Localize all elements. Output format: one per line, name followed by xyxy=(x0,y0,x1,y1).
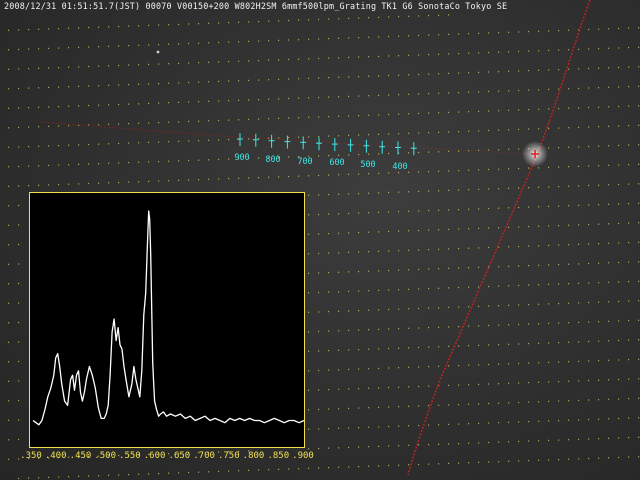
spectrum-chart xyxy=(32,210,305,426)
calibration-label: 400 xyxy=(392,162,408,172)
spectrum-series-line xyxy=(32,210,305,426)
spectrum-inset xyxy=(29,192,305,448)
calibration-tick xyxy=(284,135,291,149)
faint-star xyxy=(156,50,160,54)
frame-caption: 2008/12/31 01:51:51.7(JST) 00070 V00150+… xyxy=(4,1,508,11)
x-tick-label: .900 xyxy=(292,451,314,461)
calibration-tick xyxy=(316,137,322,151)
calibration-ticks xyxy=(237,133,417,156)
calibration-tick xyxy=(379,140,386,154)
x-tick-label: .700 xyxy=(193,451,215,461)
x-tick-label: .550 xyxy=(119,451,141,461)
calibration-tick xyxy=(395,141,401,155)
calibration-label: 600 xyxy=(329,158,345,168)
x-tick-label: .650 xyxy=(168,451,191,461)
calibration-tick xyxy=(347,138,354,152)
x-tick-label: .600 xyxy=(143,451,166,461)
meteor-trail-main xyxy=(407,0,591,476)
meteor-trail-faint xyxy=(39,121,531,155)
x-tick-label: .350 xyxy=(20,451,42,461)
calibration-tick xyxy=(252,133,259,147)
calibration-label: 700 xyxy=(297,157,313,167)
calibration-tick xyxy=(268,134,275,148)
x-tick-label: .450 xyxy=(69,451,92,461)
calibration-tick xyxy=(331,138,338,152)
x-tick-label: .850 xyxy=(267,451,290,461)
camera-frame: 2008/12/31 01:51:51.7(JST) 00070 V00150+… xyxy=(0,0,640,480)
calibration-tick xyxy=(237,133,243,146)
x-tick-label: .400 xyxy=(44,451,67,461)
x-tick-label: .500 xyxy=(94,451,117,461)
x-tick-label: .800 xyxy=(242,451,265,461)
calibration-tick xyxy=(410,142,417,156)
x-tick-label: .750 xyxy=(217,451,240,461)
calibration-label: 500 xyxy=(360,160,376,170)
calibration-label: 800 xyxy=(265,155,281,165)
calibration-label: 900 xyxy=(234,153,250,163)
calibration-tick xyxy=(363,139,370,153)
calibration-tick xyxy=(300,136,307,150)
